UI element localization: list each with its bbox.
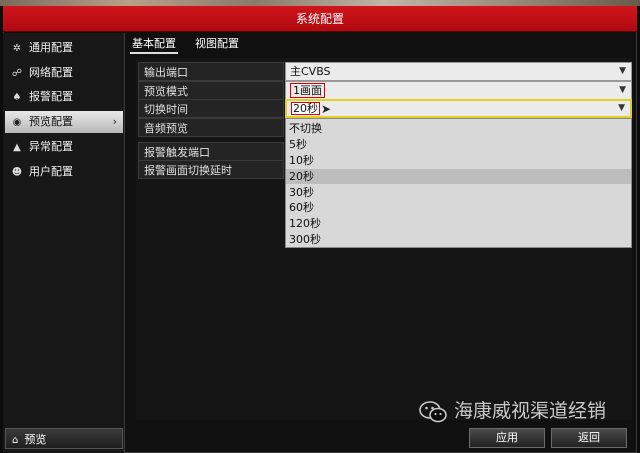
sidebar-item-label: 预览配置	[29, 115, 73, 128]
window-title: 系统配置	[3, 6, 637, 32]
sidebar: ✲ 通用配置 ☍ 网络配置 ♠ 报警配置 ◉ 预览配置 › ▲ 异常配置 ☻ 用户配置	[3, 33, 125, 453]
sidebar-item-label: 报警配置	[29, 90, 73, 103]
sidebar-item-network[interactable]: ☍ 网络配置	[5, 62, 123, 84]
chevron-down-icon: ▼	[619, 66, 626, 76]
sidebar-item-user[interactable]: ☻ 用户配置	[5, 161, 123, 183]
output-port-row: 输出端口 主CVBS ▼	[138, 62, 632, 81]
wechat-icon	[419, 400, 447, 422]
sidebar-item-label: 网络配置	[29, 66, 73, 79]
preview-button[interactable]: ⌂ 预览	[5, 428, 123, 449]
preview-mode-value: 1画面	[290, 83, 325, 98]
sidebar-item-general[interactable]: ✲ 通用配置	[5, 37, 123, 59]
sidebar-item-label: 用户配置	[29, 165, 73, 178]
switch-time-select[interactable]: 20秒 ➤ ▼	[285, 99, 632, 118]
preview-mode-row: 预览模式 1画面 ▼	[138, 81, 632, 100]
chevron-right-icon: ›	[112, 115, 117, 128]
sidebar-item-preview[interactable]: ◉ 预览配置 ›	[5, 111, 123, 133]
switch-time-dropdown: 不切换 5秒 10秒 20秒 30秒 60秒 120秒 300秒	[285, 118, 632, 248]
chevron-down-icon: ▼	[618, 103, 625, 113]
preview-mode-select[interactable]: 1画面 ▼	[285, 81, 632, 100]
apply-button[interactable]: 应用	[469, 428, 545, 448]
alarm-delay-label: 报警画面切换延时	[138, 160, 284, 179]
dropdown-option[interactable]: 60秒	[286, 200, 631, 215]
back-button[interactable]: 返回	[551, 428, 627, 448]
dropdown-option[interactable]: 120秒	[286, 216, 631, 231]
alarm-output-label: 报警触发端口	[138, 142, 284, 161]
home-icon: ⌂	[12, 435, 19, 446]
eye-icon: ◉	[12, 117, 22, 128]
switch-time-value: 20秒	[291, 102, 320, 115]
sidebar-item-alarm[interactable]: ♠ 报警配置	[5, 86, 123, 108]
switch-time-row: 切换时间 20秒 ➤ ▼	[138, 99, 632, 118]
users-icon: ☻	[11, 167, 23, 178]
sidebar-item-label: 异常配置	[29, 140, 73, 153]
dropdown-option[interactable]: 不切换	[286, 121, 631, 136]
gear-icon: ✲	[12, 43, 22, 54]
network-icon: ☍	[11, 68, 23, 79]
dropdown-option[interactable]: 5秒	[286, 137, 631, 152]
alarm-icon: ♠	[12, 92, 22, 103]
watermark: 海康威视渠道经销	[418, 396, 606, 426]
dropdown-option[interactable]: 300秒	[286, 232, 631, 247]
dropdown-option[interactable]: 30秒	[286, 185, 631, 200]
preview-mode-label: 预览模式	[138, 81, 284, 100]
dropdown-option[interactable]: 10秒	[286, 153, 631, 168]
output-port-value: 主CVBS	[290, 65, 331, 78]
watermark-text: 海康威视渠道经销	[454, 400, 607, 422]
tab-view[interactable]: 视图配置	[195, 36, 239, 54]
warning-icon: ▲	[13, 142, 21, 153]
audio-preview-label: 音频预览	[138, 118, 284, 137]
preview-button-label: 预览	[24, 433, 47, 446]
sidebar-item-exception[interactable]: ▲ 异常配置	[5, 136, 123, 158]
output-port-select[interactable]: 主CVBS ▼	[285, 62, 632, 81]
switch-time-label: 切换时间	[138, 99, 284, 118]
output-port-label: 输出端口	[138, 62, 284, 81]
chevron-down-icon: ▼	[619, 85, 626, 95]
dropdown-option-selected[interactable]: 20秒	[286, 169, 631, 184]
sidebar-item-label: 通用配置	[29, 41, 73, 54]
mouse-pointer-icon: ➤	[321, 102, 332, 116]
tab-basic[interactable]: 基本配置	[130, 36, 178, 54]
